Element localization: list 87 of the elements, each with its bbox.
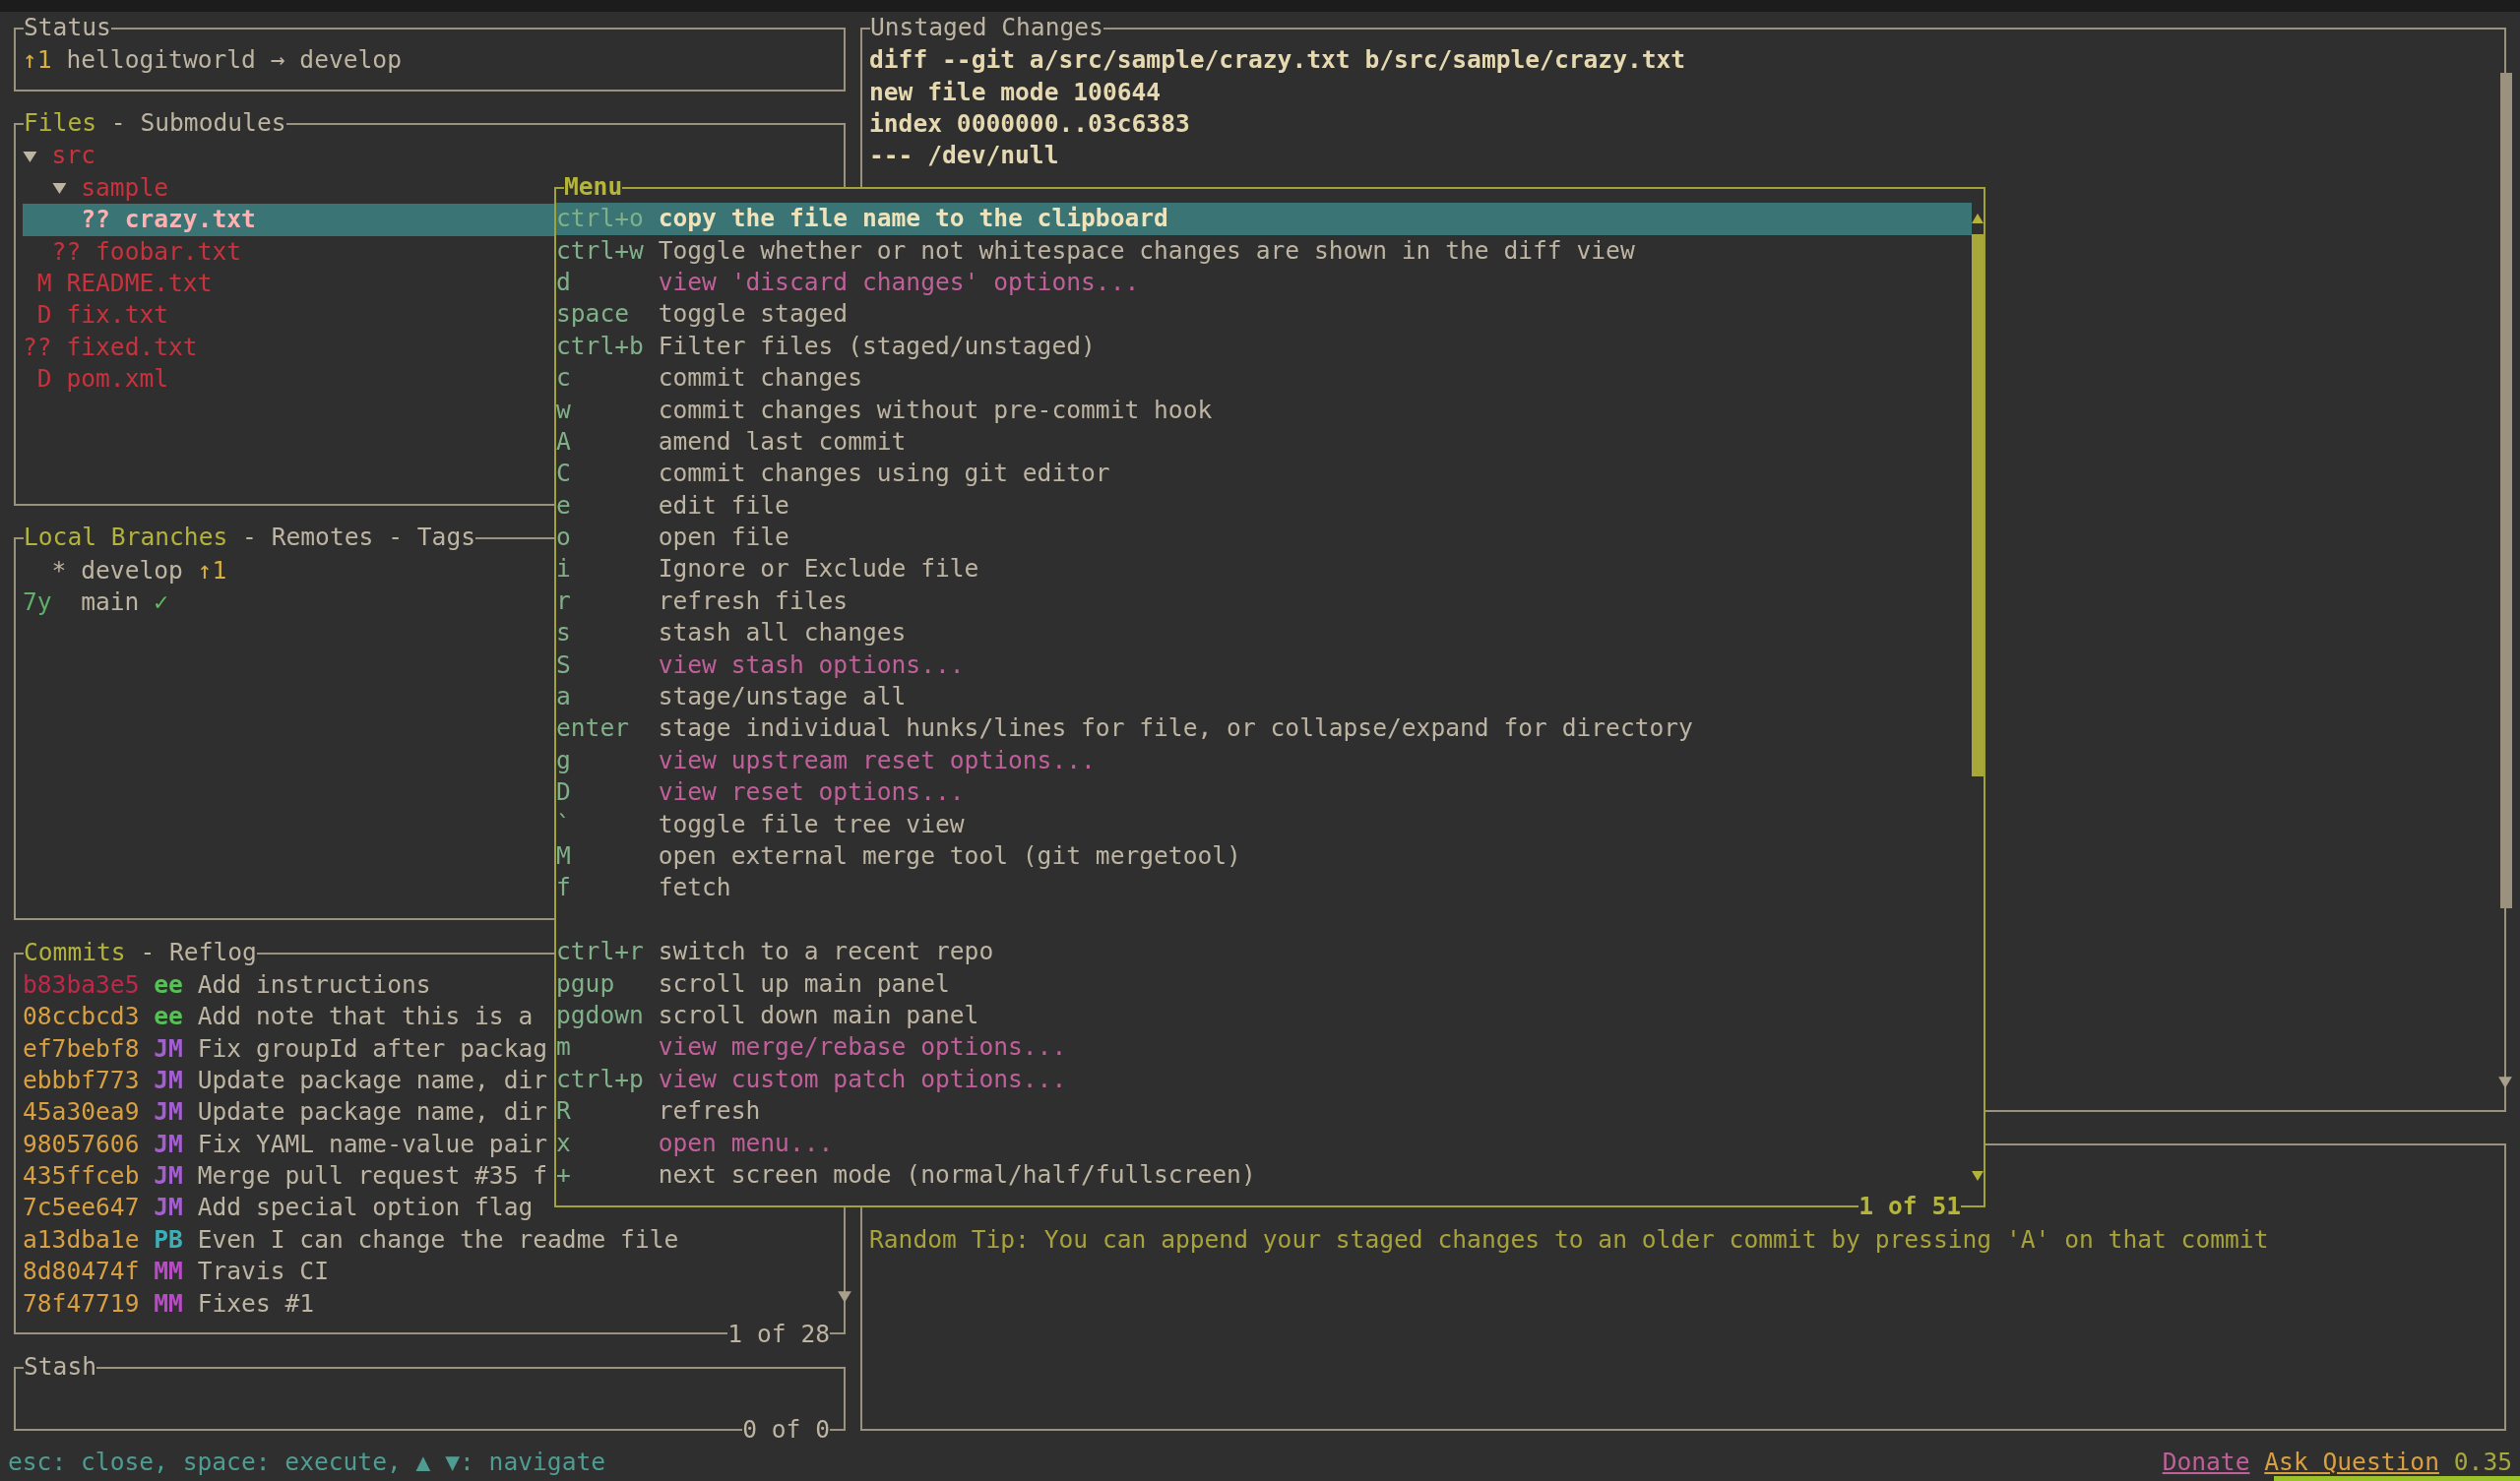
menu-item[interactable]: o open file [556, 522, 1972, 554]
commit-hash[interactable]: 8d80474f [23, 1256, 140, 1288]
diff-line: new file mode 100644 [869, 76, 1163, 108]
menu-item[interactable]: f fetch [556, 872, 1972, 904]
menu-item[interactable]: pgdown scroll down main panel [556, 999, 1972, 1032]
commit-message: Even I can change the readme file [197, 1223, 679, 1256]
scroll-down-icon [837, 1288, 852, 1305]
menu-item[interactable]: ctrl+o copy the file name to the clipboard [556, 203, 1972, 235]
menu-item[interactable]: a stage/unstage all [556, 681, 1972, 713]
commit-author: ee [154, 968, 183, 1001]
diff-line: diff --git a/src/sample/crazy.txt b/src/sample/crazy.txt [869, 44, 1687, 77]
footer-link[interactable]: Ask Question [2264, 1446, 2439, 1478]
commit-message: Fixes #1 [197, 1287, 315, 1320]
commit-message: Add special option flag [197, 1192, 534, 1224]
commit-author: PB [154, 1223, 183, 1256]
scroll-down-icon [1971, 1168, 1984, 1183]
commit-message: Fix YAML name-value pair [197, 1128, 548, 1160]
caret-down-icon [51, 180, 67, 195]
commit-message: Travis CI [197, 1256, 329, 1288]
commit-hash[interactable]: 78f47719 [23, 1287, 140, 1321]
caret-down-icon [23, 149, 37, 163]
menu-item[interactable]: C commit changes using git editor [556, 458, 1972, 490]
menu-item[interactable]: M open external merge tool (git mergetool) [556, 840, 1972, 873]
commit-author: JM [154, 1128, 183, 1160]
version-label: 0.35 [2453, 1446, 2512, 1478]
menu-item[interactable]: g view upstream reset options... [556, 744, 1972, 777]
menu-item[interactable]: m view merge/rebase options... [556, 1031, 1972, 1064]
menu-item[interactable]: ctrl+r switch to a recent repo [556, 936, 1972, 968]
menu-item[interactable]: i Ignore or Exclude file [556, 553, 1972, 586]
commit-author: JM [154, 1064, 183, 1096]
menu-item[interactable]: R refresh [556, 1095, 1972, 1128]
key-hint: esc: close, space: execute, ▲ ▼: navigate [8, 1446, 606, 1478]
commit-hash[interactable]: ebbbf773 [23, 1064, 140, 1097]
commit-author: MM [154, 1256, 183, 1288]
commit-author: JM [154, 1192, 183, 1224]
current-marker: * [51, 554, 67, 586]
commit-message: Merge pull request #35 f [197, 1160, 548, 1193]
commit-hash[interactable]: a13dba1e [23, 1223, 140, 1257]
menu-item[interactable]: D view reset options... [556, 776, 1972, 809]
commit-author: MM [154, 1287, 183, 1320]
commit-message: Update package name, dir [197, 1064, 548, 1096]
menu-item[interactable]: w commit changes without pre-commit hook [556, 394, 1972, 426]
menu-item[interactable]: enter stage individual hunks/lines for file, or collapse/expand for directory [556, 712, 1972, 745]
menu-item[interactable]: c commit changes [556, 362, 1972, 395]
menu-item[interactable]: s stash all changes [556, 617, 1972, 649]
menu-item[interactable]: d view 'discard changes' options... [556, 266, 1972, 299]
commit-author: JM [154, 1032, 183, 1065]
repo-branch-text: hellogitworld → develop [66, 44, 402, 77]
menu-item[interactable]: x open menu... [556, 1127, 1972, 1159]
branch-name[interactable]: develop [81, 554, 183, 586]
menu-item[interactable]: pgup scroll up main panel [556, 967, 1972, 1000]
menu-item[interactable]: ctrl+w Toggle whether or not whitespace changes are shown in the diff view [556, 234, 1972, 267]
footer-link[interactable]: Donate [2162, 1446, 2250, 1478]
file-item[interactable]: ?? crazy.txt [23, 204, 554, 236]
commit-hash[interactable]: 08ccbcd3 [23, 1001, 140, 1033]
menu-item[interactable]: ` toggle file tree view [556, 808, 1972, 840]
branch-track-status: ↑1 [197, 554, 227, 586]
diff-line: --- /dev/null [869, 140, 1060, 172]
commit-hash[interactable]: 435ffceb [23, 1160, 140, 1193]
commit-hash[interactable]: 7c5ee647 [23, 1192, 140, 1224]
scrollbar-thumb[interactable] [2500, 73, 2512, 908]
commit-message: Update package name, dir [197, 1096, 548, 1129]
commit-hash[interactable]: 45a30ea9 [23, 1096, 140, 1129]
commit-author: JM [154, 1096, 183, 1129]
menu-item[interactable]: + next screen mode (normal/half/fullscreen) [556, 1158, 1972, 1192]
scroll-down-icon [2497, 1075, 2513, 1090]
commit-author: ee [154, 1001, 183, 1033]
commit-message: Add note that this is a [197, 1001, 534, 1033]
menu-item[interactable]: ctrl+b Filter files (staged/unstaged) [556, 330, 1972, 363]
menu-item[interactable]: S view stash options... [556, 648, 1972, 682]
commit-hash[interactable]: ef7bebf8 [23, 1032, 140, 1065]
commit-hash[interactable]: 98057606 [23, 1128, 140, 1161]
menu-item[interactable]: A amend last commit [556, 425, 1972, 459]
commit-author: JM [154, 1160, 183, 1193]
branch-age: 7y [23, 586, 52, 618]
branch-track-status: ✓ [154, 586, 169, 618]
ahead-count: ↑1 [23, 44, 52, 77]
random-tip: Random Tip: You can append your staged changes to an older commit by pressing 'A' on that commit [869, 1224, 2270, 1256]
branch-name[interactable]: main [81, 586, 140, 619]
menu-item[interactable]: r refresh files [556, 585, 1972, 618]
scrollbar-thumb[interactable] [1972, 234, 1984, 776]
menu-item[interactable]: e edit file [556, 489, 1972, 523]
menu-item[interactable]: ctrl+p view custom patch options... [556, 1063, 1972, 1096]
commit-message: Add instructions [197, 968, 431, 1001]
commit-message: Fix groupId after packag [197, 1032, 548, 1065]
diff-line: index 0000000..03c6383 [869, 107, 1191, 140]
menu-item[interactable]: space toggle staged [556, 298, 1972, 331]
